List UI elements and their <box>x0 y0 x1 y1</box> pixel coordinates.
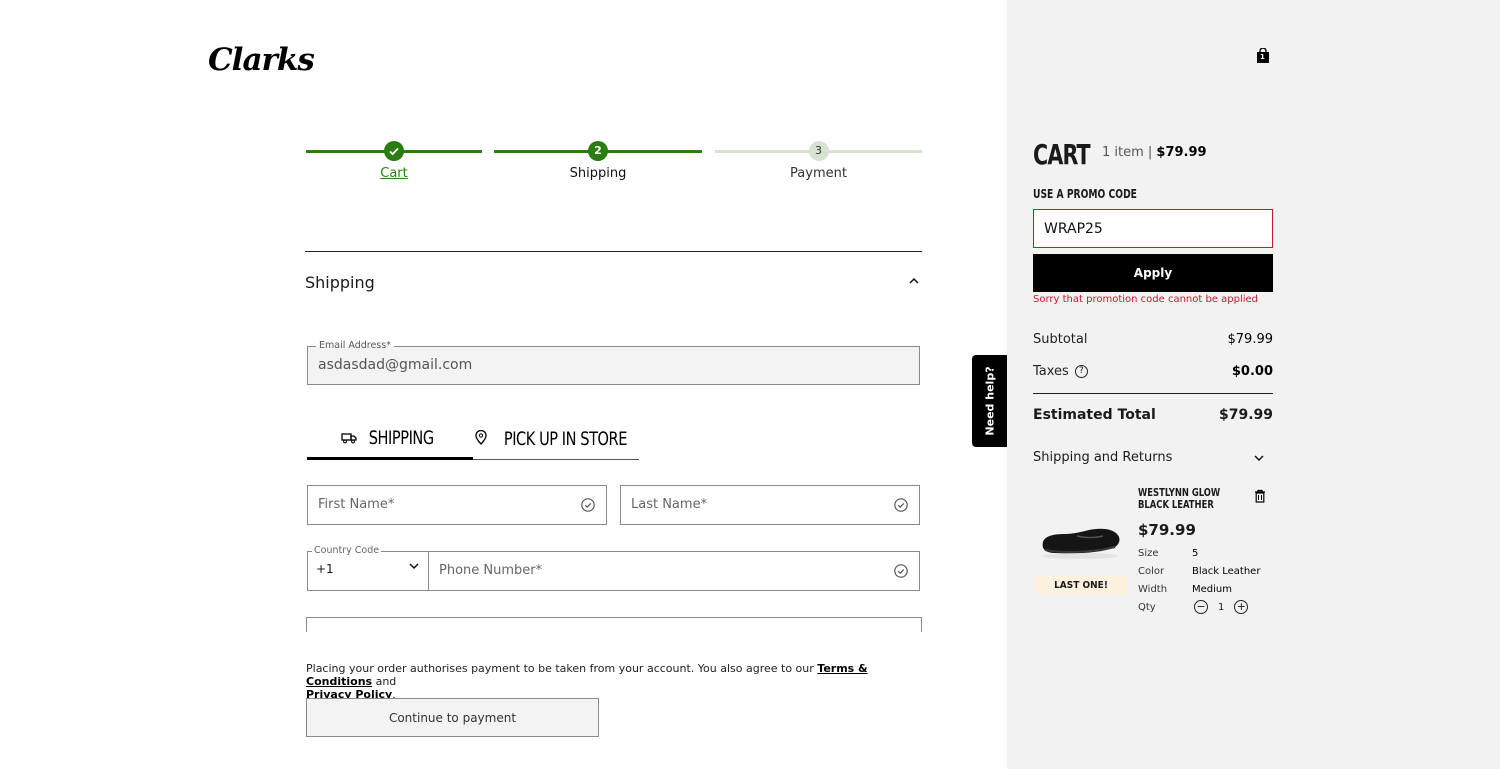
taxes-value: $0.00 <box>1231 364 1273 379</box>
product-image[interactable] <box>1037 516 1123 562</box>
minus-icon[interactable]: − <box>1194 600 1208 614</box>
cart-summary: 1 item | $79.99 <box>1102 145 1207 160</box>
estimated-total-label: Estimated Total <box>1033 407 1156 423</box>
taxes-row: Taxes? $0.00 <box>1033 364 1273 379</box>
bag-count: 1 <box>1260 53 1265 61</box>
chevron-down-icon <box>1253 452 1265 467</box>
subtotal-label: Subtotal <box>1033 332 1088 347</box>
cart-total-inline: $79.99 <box>1156 145 1207 160</box>
quantity-stepper: − 1 + <box>1194 600 1249 614</box>
address-field[interactable] <box>306 617 922 632</box>
country-code-label: Country Code <box>312 545 382 557</box>
shipping-returns-accordion[interactable]: Shipping and Returns <box>1033 450 1273 465</box>
qty-value: 1 <box>1218 601 1225 613</box>
promo-code-label: USE A PROMO CODE <box>1033 187 1137 201</box>
need-help-button[interactable]: Need help? <box>972 355 1007 447</box>
step-cart[interactable]: Cart <box>306 140 482 190</box>
truck-icon <box>341 427 357 449</box>
step-label-payment: Payment <box>790 166 847 181</box>
help-icon[interactable]: ? <box>1074 365 1088 378</box>
tab-pickup[interactable]: PICK UP IN STORE <box>473 418 639 460</box>
cart-item-count: 1 item | <box>1102 145 1157 160</box>
section-title: Shipping <box>305 273 375 292</box>
step-number: 3 <box>808 141 829 161</box>
country-code-value: +1 <box>316 562 334 576</box>
need-help-label: Need help? <box>983 366 996 436</box>
continue-to-payment-button[interactable]: Continue to payment <box>306 698 599 737</box>
tab-pickup-label: PICK UP IN STORE <box>503 428 627 450</box>
apply-promo-button[interactable]: Apply <box>1033 254 1273 292</box>
step-shipping: 2 Shipping <box>494 140 702 190</box>
email-value: asdasdad@gmail.com <box>318 357 473 373</box>
legal-text-part: Placing your order authorises payment to… <box>306 662 818 675</box>
taxes-label: Taxes <box>1033 364 1069 379</box>
first-name-field[interactable]: First Name* <box>307 485 607 525</box>
email-label: Email Address* <box>316 340 394 352</box>
chevron-down-icon <box>408 560 420 575</box>
country-code-select[interactable]: Country Code +1 <box>307 545 429 591</box>
shipping-accordion-header[interactable]: Shipping <box>305 273 922 297</box>
totals-divider <box>1033 393 1273 394</box>
first-name-placeholder: First Name* <box>318 497 395 512</box>
phone-field[interactable]: Phone Number* <box>428 551 920 591</box>
promo-error-message: Sorry that promotion code cannot be appl… <box>1033 294 1259 305</box>
attr-width-label: Width <box>1138 584 1168 595</box>
phone-placeholder: Phone Number* <box>439 563 543 578</box>
last-name-field[interactable]: Last Name* <box>620 485 920 525</box>
cart-title: CART <box>1033 138 1091 171</box>
tab-shipping-label: SHIPPING <box>368 426 434 449</box>
last-name-placeholder: Last Name* <box>631 497 708 512</box>
chevron-up-icon <box>908 275 920 291</box>
location-pin-icon <box>474 428 487 450</box>
product-name[interactable]: WESTLYNN GLOW BLACK LEATHER <box>1138 487 1238 511</box>
email-field[interactable]: Email Address* asdasdad@gmail.com <box>307 340 920 385</box>
delivery-tabs: SHIPPING PICK UP IN STORE <box>307 418 639 460</box>
attr-size-value: 5 <box>1192 548 1199 559</box>
subtotal-value: $79.99 <box>1227 332 1274 347</box>
step-label-shipping: Shipping <box>569 166 627 181</box>
tab-shipping[interactable]: SHIPPING <box>307 418 473 460</box>
step-payment: 3 Payment <box>715 140 922 190</box>
attr-color-value: Black Leather <box>1192 566 1261 577</box>
plus-icon[interactable]: + <box>1234 600 1249 614</box>
check-circle-icon <box>893 563 909 579</box>
qty-label: Qty <box>1138 602 1156 613</box>
product-price: $79.99 <box>1138 521 1196 539</box>
clarks-logo[interactable]: Clarks <box>208 42 315 78</box>
promo-code-input[interactable] <box>1033 209 1273 248</box>
check-circle-icon <box>580 497 596 513</box>
shipping-returns-label: Shipping and Returns <box>1033 450 1173 465</box>
taxes-label-wrap: Taxes? <box>1033 364 1088 379</box>
trash-icon[interactable] <box>1254 488 1266 503</box>
attr-width-value: Medium <box>1192 584 1232 595</box>
last-one-badge: LAST ONE! <box>1035 575 1127 595</box>
section-divider <box>305 251 922 252</box>
step-number: 2 <box>588 141 608 161</box>
attr-color-label: Color <box>1138 566 1165 577</box>
estimated-total-value: $79.99 <box>1218 407 1273 423</box>
check-icon <box>384 141 404 161</box>
checkout-stepper: Cart 2 Shipping 3 Payment <box>306 140 922 190</box>
subtotal-row: Subtotal $79.99 <box>1033 332 1273 347</box>
legal-text: Placing your order authorises payment to… <box>306 662 926 701</box>
cart-panel <box>1007 0 1500 769</box>
estimated-total-row: Estimated Total $79.99 <box>1033 407 1273 423</box>
legal-text-part: and <box>372 675 397 688</box>
step-label-cart[interactable]: Cart <box>306 166 482 181</box>
check-circle-icon <box>893 497 909 513</box>
attr-size-label: Size <box>1138 548 1159 559</box>
